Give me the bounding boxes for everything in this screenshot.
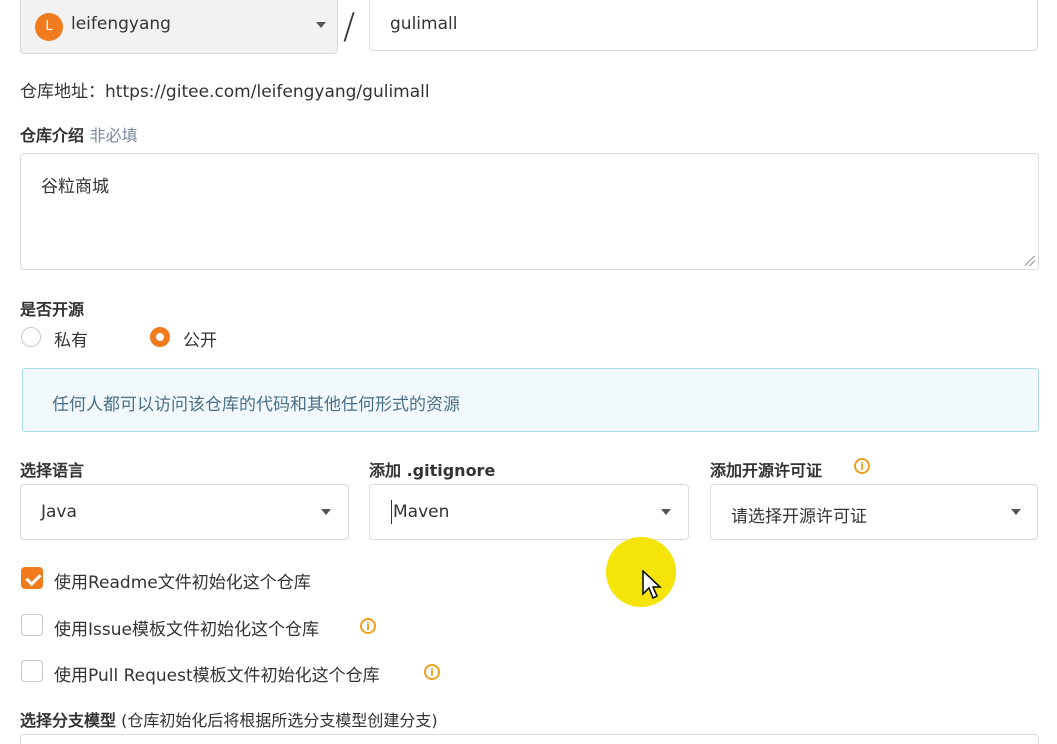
radio-private-label[interactable]: 私有 [54, 326, 88, 351]
branch-model-label-text: 选择分支模型 [20, 711, 117, 730]
description-hint: 非必填 [89, 126, 138, 145]
gitignore-value: Maven [393, 502, 450, 522]
radio-public[interactable] [150, 327, 170, 347]
repo-address-label: 仓库地址： [20, 82, 105, 102]
chevron-down-icon [1011, 509, 1021, 515]
cursor-highlight [606, 537, 676, 607]
info-icon[interactable]: i [424, 664, 440, 680]
repo-address-url: https://gitee.com/leifengyang/gulimall [105, 82, 430, 102]
description-label: 仓库介绍 非必填 [20, 122, 138, 146]
info-icon[interactable]: i [360, 618, 376, 634]
checkbox-readme-label[interactable]: 使用Readme文件初始化这个仓库 [54, 568, 311, 593]
visibility-info-text: 任何人都可以访问该仓库的代码和其他任何形式的资源 [52, 395, 460, 415]
repo-name-input[interactable]: gulimall [369, 0, 1038, 51]
resize-handle-icon[interactable] [1025, 256, 1035, 266]
text-cursor [391, 500, 392, 524]
branch-model-label: 选择分支模型 (仓库初始化后将根据所选分支模型创建分支) [20, 707, 438, 731]
chevron-down-icon [321, 509, 331, 515]
license-label: 添加开源许可证 [710, 457, 822, 481]
license-value: 请选择开源许可证 [731, 507, 867, 527]
language-select[interactable]: Java [20, 484, 349, 540]
description-textarea[interactable]: 谷粒商城 [20, 153, 1039, 270]
license-label-text: 添加开源许可证 [710, 461, 823, 480]
branch-model-hint: (仓库初始化后将根据所选分支模型创建分支) [121, 711, 438, 730]
language-value: Java [41, 502, 77, 522]
avatar: L [35, 13, 63, 41]
checkbox-issue-template[interactable] [21, 614, 43, 636]
radio-public-label[interactable]: 公开 [183, 326, 217, 351]
repo-name-value: gulimall [390, 14, 458, 34]
description-label-text: 仓库介绍 [20, 126, 85, 145]
gitignore-select[interactable]: Maven [369, 484, 689, 540]
checkbox-issue-template-label[interactable]: 使用Issue模板文件初始化这个仓库 [54, 615, 319, 640]
visibility-label: 是否开源 [20, 300, 85, 319]
visibility-info-box: 任何人都可以访问该仓库的代码和其他任何形式的资源 [22, 368, 1039, 432]
description-value: 谷粒商城 [41, 177, 109, 197]
owner-name: leifengyang [71, 14, 171, 34]
owner-select[interactable]: L leifengyang [20, 0, 338, 54]
gitignore-label: 添加 .gitignore [369, 461, 496, 480]
checkbox-readme[interactable] [21, 567, 43, 589]
language-label: 选择语言 [20, 461, 85, 480]
branch-model-select[interactable] [20, 734, 1039, 744]
checkbox-pr-template[interactable] [21, 660, 43, 682]
mouse-pointer-icon [642, 570, 662, 600]
repo-address: 仓库地址：https://gitee.com/leifengyang/gulim… [20, 77, 430, 102]
chevron-down-icon [316, 22, 326, 28]
chevron-down-icon [661, 509, 671, 515]
path-separator: / [343, 6, 356, 47]
license-select[interactable]: 请选择开源许可证 [710, 484, 1038, 540]
info-icon[interactable]: i [854, 458, 870, 474]
radio-private[interactable] [21, 327, 41, 347]
checkbox-pr-template-label[interactable]: 使用Pull Request模板文件初始化这个仓库 [54, 661, 380, 686]
